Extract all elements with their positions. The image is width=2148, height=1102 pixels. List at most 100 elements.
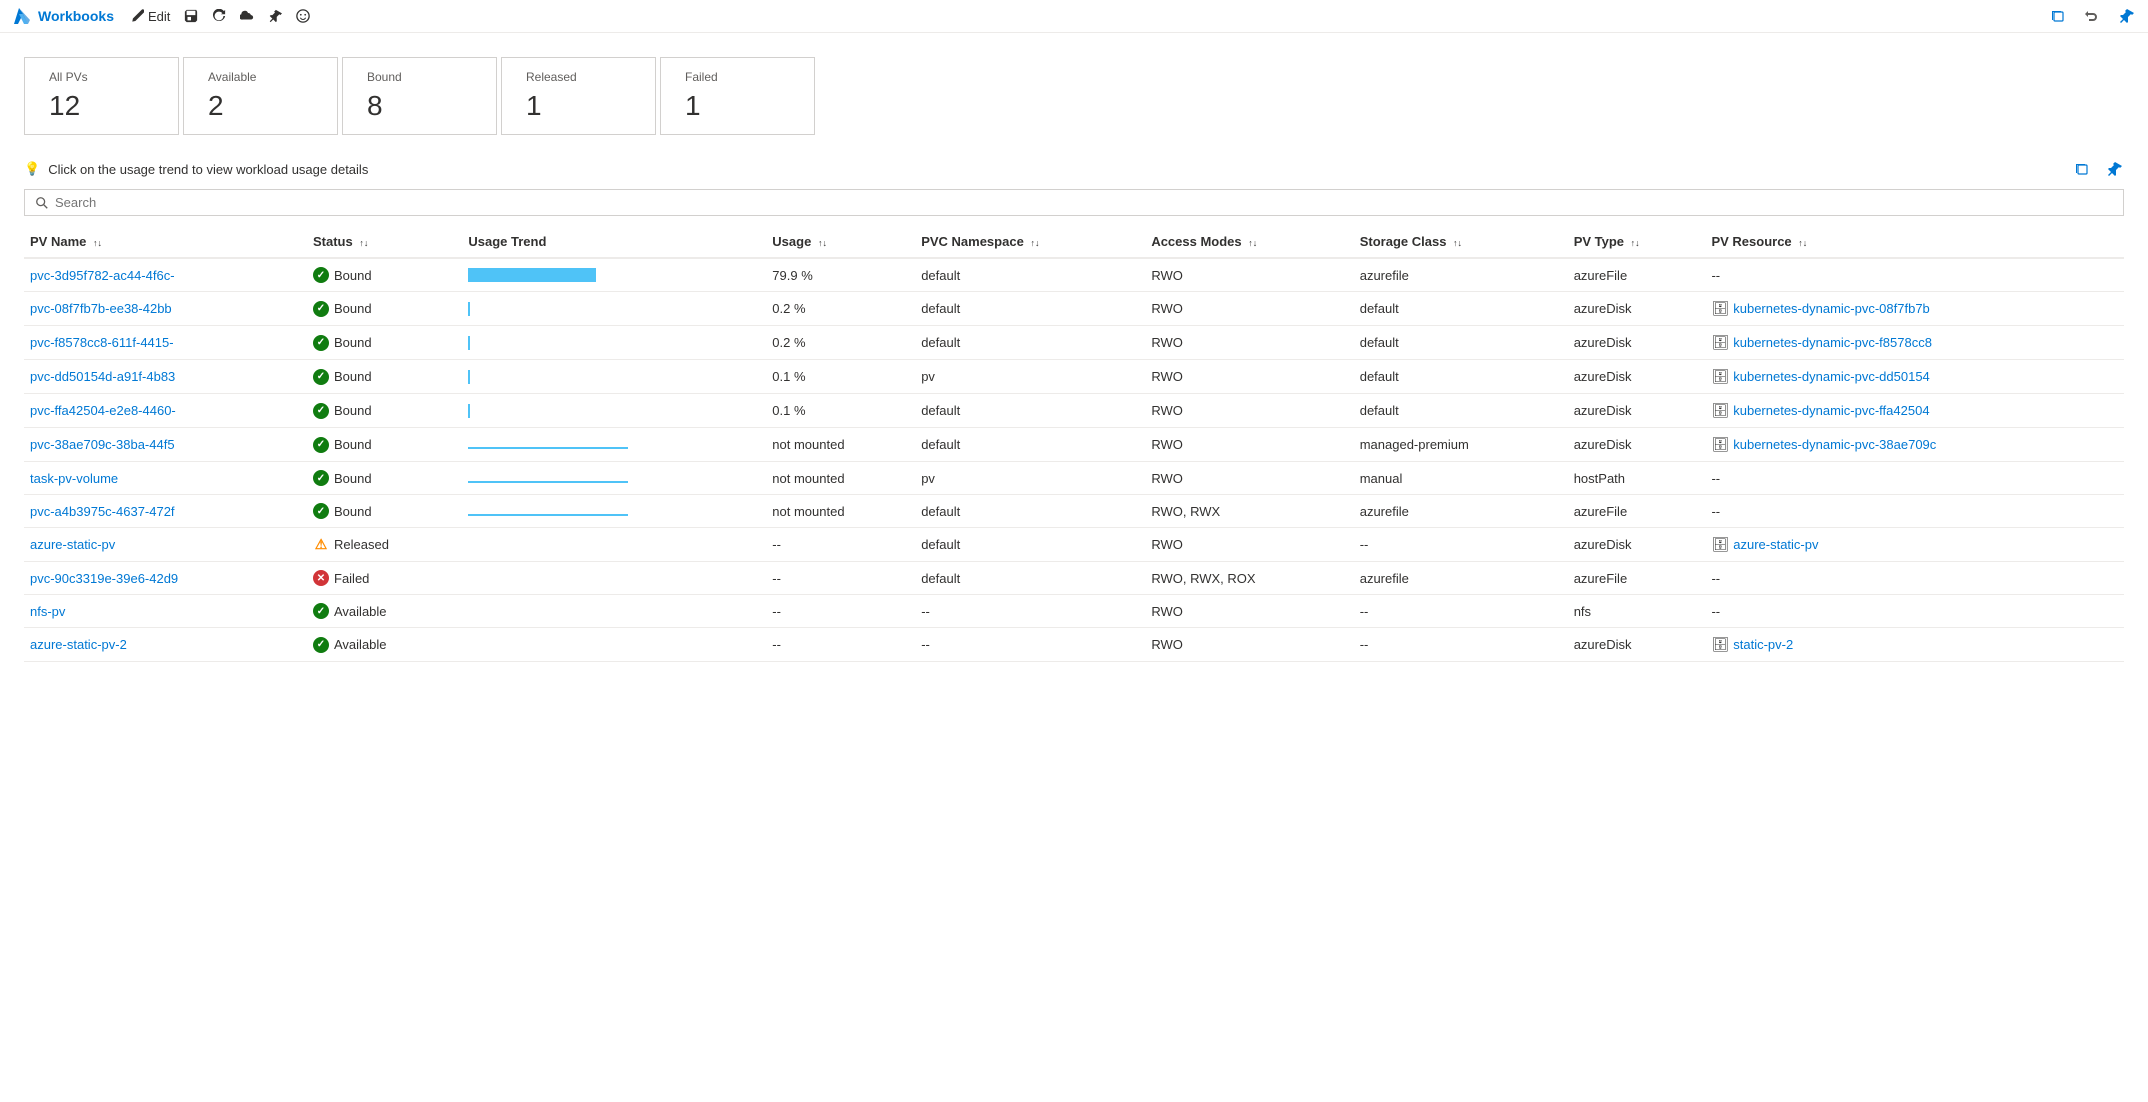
pv-name-link[interactable]: azure-static-pv-2: [30, 637, 127, 652]
col-pv-type[interactable]: PV Type ↑↓: [1568, 226, 1706, 258]
refresh-button[interactable]: [212, 9, 226, 23]
usage-bar-fill: [468, 336, 470, 350]
pv-name-link[interactable]: pvc-f8578cc8-611f-4415-: [30, 335, 174, 350]
tip-copy-icon[interactable]: [2072, 159, 2092, 179]
pv-name-link[interactable]: azure-static-pv: [30, 537, 115, 552]
pv-name-link[interactable]: pvc-38ae709c-38ba-44f5: [30, 437, 175, 452]
pv-name-link[interactable]: pvc-90c3319e-39e6-42d9: [30, 571, 178, 586]
undo-icon[interactable]: [2082, 6, 2102, 26]
save-button[interactable]: [184, 9, 198, 23]
col-storage-class-label: Storage Class: [1360, 234, 1447, 249]
card-released[interactable]: Released 1: [501, 57, 656, 135]
feedback-button[interactable]: [296, 9, 310, 23]
card-available[interactable]: Available 2: [183, 57, 338, 135]
pv-name-link[interactable]: pvc-3d95f782-ac44-4f6c-: [30, 268, 175, 283]
status-icon: ✓: [313, 437, 329, 453]
card-all-pvs[interactable]: All PVs 12: [24, 57, 179, 135]
usage-bar-container[interactable]: [468, 336, 628, 350]
pv-name-link[interactable]: task-pv-volume: [30, 471, 118, 486]
usage-bar-container[interactable]: [468, 370, 628, 384]
sort-status[interactable]: ↑↓: [359, 239, 368, 248]
usage-trend-cell[interactable]: [462, 462, 766, 495]
col-pv-name[interactable]: PV Name ↑↓: [24, 226, 307, 258]
storage-class-cell: manual: [1354, 462, 1568, 495]
col-status[interactable]: Status ↑↓: [307, 226, 462, 258]
pv-type-cell: azureDisk: [1568, 528, 1706, 562]
usage-cell: --: [766, 528, 915, 562]
pv-name-link[interactable]: pvc-dd50154d-a91f-4b83: [30, 369, 175, 384]
col-pv-resource[interactable]: PV Resource ↑↓: [1705, 226, 2124, 258]
sort-pv-name[interactable]: ↑↓: [93, 239, 102, 248]
pin-toolbar-icon[interactable]: [2116, 6, 2136, 26]
col-usage[interactable]: Usage ↑↓: [766, 226, 915, 258]
disk-stack-icon: 🗄: [1711, 636, 1729, 653]
usage-trend-cell[interactable]: [462, 495, 766, 528]
sort-pv-type[interactable]: ↑↓: [1631, 239, 1640, 248]
pv-resource-link[interactable]: kubernetes-dynamic-pvc-38ae709c: [1733, 437, 1936, 452]
status-icon: ✓: [313, 301, 329, 317]
usage-trend-cell[interactable]: [462, 292, 766, 326]
share-button[interactable]: [240, 9, 254, 23]
cloud-icon: [240, 9, 254, 23]
pv-name-link[interactable]: nfs-pv: [30, 604, 65, 619]
search-box[interactable]: [24, 189, 2124, 216]
pv-type-cell: hostPath: [1568, 462, 1706, 495]
sort-storage-class[interactable]: ↑↓: [1453, 239, 1462, 248]
tip-pin-icon[interactable]: [2104, 159, 2124, 179]
usage-cell: 0.1 %: [766, 360, 915, 394]
pv-resource-link[interactable]: azure-static-pv: [1733, 537, 1818, 552]
card-failed[interactable]: Failed 1: [660, 57, 815, 135]
sort-usage[interactable]: ↑↓: [818, 239, 827, 248]
summary-row: All PVs 12 Available 2 Bound 8 Released …: [0, 33, 2148, 151]
sort-access-modes[interactable]: ↑↓: [1248, 239, 1257, 248]
usage-trend-cell[interactable]: [462, 360, 766, 394]
sort-pvc-namespace[interactable]: ↑↓: [1030, 239, 1039, 248]
pv-resource-link[interactable]: kubernetes-dynamic-pvc-ffa42504: [1733, 403, 1929, 418]
pvc-namespace-cell: default: [915, 428, 1145, 462]
status-icon: ✕: [313, 570, 329, 586]
pv-resource-link[interactable]: kubernetes-dynamic-pvc-08f7fb7b: [1733, 301, 1930, 316]
pvc-namespace-cell: --: [915, 628, 1145, 662]
col-storage-class[interactable]: Storage Class ↑↓: [1354, 226, 1568, 258]
pv-name-link[interactable]: pvc-08f7fb7b-ee38-42bb: [30, 301, 172, 316]
card-bound[interactable]: Bound 8: [342, 57, 497, 135]
access-modes-cell: RWO: [1145, 428, 1353, 462]
pv-name-cell: azure-static-pv: [24, 528, 307, 562]
col-pvc-namespace[interactable]: PVC Namespace ↑↓: [915, 226, 1145, 258]
pv-resource-icon-container: 🗄kubernetes-dynamic-pvc-38ae709c: [1711, 436, 1936, 453]
usage-trend-cell[interactable]: [462, 428, 766, 462]
usage-bar-container[interactable]: [468, 404, 628, 418]
usage-trend-cell[interactable]: [462, 562, 766, 595]
usage-trend-cell[interactable]: [462, 628, 766, 662]
pvc-namespace-cell: default: [915, 562, 1145, 595]
search-input[interactable]: [55, 195, 2113, 210]
access-modes-cell: RWO: [1145, 628, 1353, 662]
status-text: Bound: [334, 268, 372, 283]
status-icon: ✓: [313, 470, 329, 486]
usage-trend-cell[interactable]: [462, 326, 766, 360]
copy-icon[interactable]: [2048, 6, 2068, 26]
usage-trend-cell[interactable]: [462, 528, 766, 562]
usage-trend-cell[interactable]: [462, 595, 766, 628]
pv-resource-icon-container: 🗄azure-static-pv: [1711, 536, 1818, 553]
usage-trend-line: [468, 447, 628, 449]
access-modes-cell: RWO: [1145, 394, 1353, 428]
usage-bar-container[interactable]: [468, 268, 628, 282]
pv-resource-link[interactable]: static-pv-2: [1733, 637, 1793, 652]
pv-resource-cell: 🗄kubernetes-dynamic-pvc-38ae709c: [1705, 428, 2124, 462]
pv-resource-link[interactable]: kubernetes-dynamic-pvc-dd50154: [1733, 369, 1930, 384]
pv-name-link[interactable]: pvc-a4b3975c-4637-472f: [30, 504, 175, 519]
sort-pv-resource[interactable]: ↑↓: [1798, 239, 1807, 248]
col-access-modes[interactable]: Access Modes ↑↓: [1145, 226, 1353, 258]
edit-button[interactable]: Edit: [130, 9, 170, 24]
col-usage-trend[interactable]: Usage Trend: [462, 226, 766, 258]
pv-resource-link[interactable]: kubernetes-dynamic-pvc-f8578cc8: [1733, 335, 1932, 350]
usage-trend-cell[interactable]: [462, 258, 766, 292]
pv-resource-cell: 🗄 static-pv-2: [1705, 628, 2124, 662]
pv-name-link[interactable]: pvc-ffa42504-e2e8-4460-: [30, 403, 176, 418]
status-icon: ✓: [313, 603, 329, 619]
usage-trend-cell[interactable]: [462, 394, 766, 428]
usage-bar-container[interactable]: [468, 302, 628, 316]
pin-button[interactable]: [268, 9, 282, 23]
storage-class-cell: default: [1354, 360, 1568, 394]
